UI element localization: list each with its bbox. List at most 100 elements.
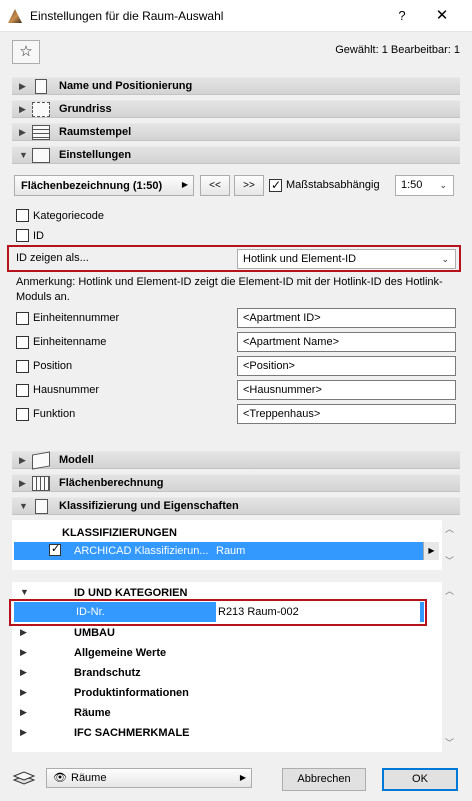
chevron-down-icon: ▼: [20, 587, 29, 597]
classification-row[interactable]: ARCHICAD Klassifizierun... Raum ▶: [14, 542, 439, 560]
id-checkbox[interactable]: [16, 229, 29, 242]
favorites-button[interactable]: ☆: [12, 40, 40, 64]
property-group-label: Brandschutz: [74, 667, 141, 679]
close-button[interactable]: ✕: [432, 6, 452, 26]
id-nr-selection-end: [420, 602, 424, 622]
field-label: Einheitenname: [33, 336, 107, 348]
properties-scrollbar[interactable]: ︿ ﹀: [443, 582, 457, 752]
field-value: <Position>: [243, 360, 295, 372]
kategoriecode-label: Kategoriecode: [33, 210, 104, 222]
scale-select[interactable]: 1:50 ⌄: [395, 175, 454, 196]
property-group-label: Allgemeine Werte: [74, 647, 167, 659]
classification-checkbox[interactable]: [49, 542, 61, 556]
layer-dropdown[interactable]: 👁 Räume ▶: [46, 768, 252, 788]
chevron-right-icon: ▶: [19, 455, 26, 465]
property-group-row[interactable]: ▶ Brandschutz: [14, 663, 439, 683]
section-einstellungen[interactable]: ▼ Einstellungen: [12, 146, 460, 164]
chevron-right-icon: ▶: [20, 687, 27, 697]
section-grundriss[interactable]: ▶ Grundriss: [12, 100, 460, 118]
eye-icon: 👁: [53, 772, 67, 784]
field-input[interactable]: <Hausnummer>: [237, 380, 456, 400]
scroll-down-icon[interactable]: ﹀: [445, 554, 454, 567]
preset-dropdown[interactable]: Flächenbezeichnung (1:50) ▶: [14, 175, 194, 196]
chevron-down-icon: ▼: [19, 501, 28, 511]
classification-system: ARCHICAD Klassifizierun...: [74, 545, 209, 557]
property-group-label: Räume: [74, 707, 111, 719]
id-show-as-label: ID zeigen als...: [16, 252, 89, 264]
chevron-down-icon: ▼: [19, 150, 28, 160]
scale-dependent-label: Maßstabsabhängig: [286, 179, 380, 191]
settings-grid-icon: [32, 148, 50, 163]
chevron-right-icon: ▶: [20, 707, 27, 717]
id-nr-value[interactable]: R213 Raum-002: [218, 606, 299, 618]
field-checkbox[interactable]: [16, 312, 29, 325]
section-label: Einstellungen: [59, 149, 132, 161]
triangle-right-icon: ▶: [239, 773, 246, 782]
section-raumstempel[interactable]: ▶ Raumstempel: [12, 123, 460, 141]
property-group-row[interactable]: ▶ Allgemeine Werte: [14, 643, 439, 663]
chevron-right-icon: ▶: [19, 81, 26, 91]
field-checkbox[interactable]: [16, 408, 29, 421]
field-input[interactable]: <Position>: [237, 356, 456, 376]
section-klassifizierung[interactable]: ▼ Klassifizierung und Eigenschaften: [12, 497, 460, 515]
ok-button[interactable]: OK: [382, 768, 458, 791]
previous-preset-button[interactable]: <<: [200, 175, 230, 196]
section-label: Name und Positionierung: [59, 80, 193, 92]
field-label: Einheitennummer: [33, 312, 120, 324]
classification-scrollbar[interactable]: ︿ ﹀: [443, 520, 457, 570]
section-flaechenberechnung[interactable]: ▶ Flächenberechnung: [12, 474, 460, 492]
help-button[interactable]: ?: [392, 6, 412, 26]
property-group-row[interactable]: ▶ Räume: [14, 703, 439, 723]
field-label: Position: [33, 360, 73, 372]
id-show-as-select[interactable]: Hotlink und Element-ID ⌄: [237, 249, 456, 269]
field-value: <Apartment Name>: [243, 336, 339, 348]
scroll-down-icon[interactable]: ﹀: [445, 736, 454, 749]
chevron-right-icon: ▶: [20, 647, 27, 657]
classification-header: KLASSIFIZIERUNGEN: [62, 527, 177, 539]
preset-label: Flächenbezeichnung (1:50): [21, 180, 163, 192]
layer-name: Räume: [71, 772, 107, 784]
property-group-row[interactable]: ▶ Produktinformationen: [14, 683, 439, 703]
section-label: Raumstempel: [59, 126, 132, 138]
kategoriecode-checkbox[interactable]: [16, 209, 29, 222]
cancel-button[interactable]: Abbrechen: [282, 768, 366, 791]
chevron-down-icon: ⌄: [441, 254, 449, 264]
section-label: Klassifizierung und Eigenschaften: [59, 500, 239, 512]
next-preset-button[interactable]: >>: [234, 175, 264, 196]
field-label: Hausnummer: [33, 384, 100, 396]
section-modell[interactable]: ▶ Modell: [12, 451, 460, 470]
3d-model-icon: [32, 451, 50, 470]
chevron-right-icon: ▶: [20, 627, 27, 637]
property-group-label: Produktinformationen: [74, 687, 189, 699]
scroll-up-icon[interactable]: ︿: [445, 584, 454, 597]
chevron-right-icon: ▶: [20, 727, 27, 737]
chevron-right-icon: ▶: [20, 667, 27, 677]
field-input[interactable]: <Apartment ID>: [237, 308, 456, 328]
chevron-down-icon: ⌄: [439, 180, 447, 190]
field-checkbox[interactable]: [16, 384, 29, 397]
section-label: Grundriss: [59, 103, 112, 115]
field-label: Funktion: [33, 408, 76, 420]
property-group-row[interactable]: ▶ IFC SACHMERKMALE: [14, 723, 439, 743]
section-name-positioning[interactable]: ▶ Name und Positionierung: [12, 77, 460, 95]
title-bar: Einstellungen für die Raum-Auswahl ? ✕: [0, 0, 472, 32]
scroll-up-icon[interactable]: ︿: [445, 522, 454, 535]
field-checkbox[interactable]: [16, 360, 29, 373]
field-input[interactable]: <Treppenhaus>: [237, 404, 456, 424]
chevron-right-icon: ▶: [19, 127, 26, 137]
selection-info: Gewählt: 1 Bearbeitbar: 1: [335, 44, 460, 56]
id-label: ID: [33, 230, 44, 242]
id-note-text: Anmerkung: Hotlink und Element-ID zeigt …: [16, 276, 443, 303]
classification-value: Raum: [216, 545, 246, 557]
zone-stamp-icon: [32, 125, 50, 140]
area-calculation-icon: [32, 476, 50, 491]
triangle-right-icon[interactable]: ▶: [423, 542, 439, 560]
field-value: <Treppenhaus>: [243, 408, 321, 420]
layers-icon: [12, 770, 36, 786]
id-nr-row[interactable]: ID-Nr. R213 Raum-002: [14, 602, 424, 622]
property-group-row[interactable]: ▶ UMBAU: [14, 623, 439, 643]
scale-dependent-checkbox[interactable]: [269, 178, 282, 192]
field-checkbox[interactable]: [16, 336, 29, 349]
field-input[interactable]: <Apartment Name>: [237, 332, 456, 352]
window-title: Einstellungen für die Raum-Auswahl: [30, 9, 224, 23]
